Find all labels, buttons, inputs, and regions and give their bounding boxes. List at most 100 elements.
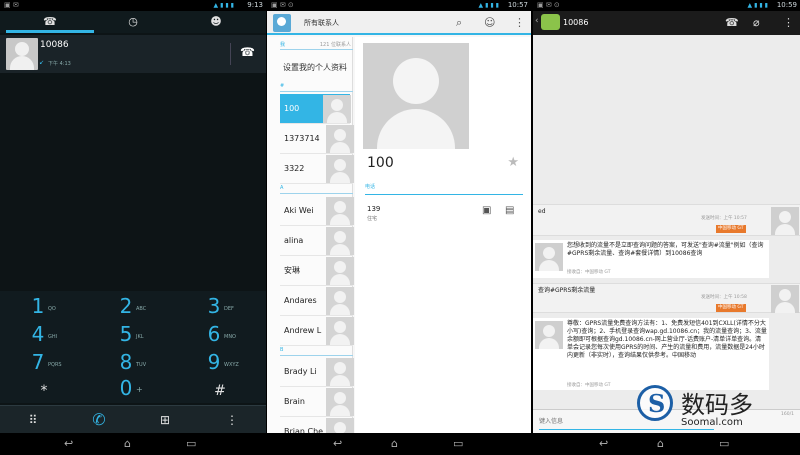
recent-apps-icon[interactable]: ▭ bbox=[453, 437, 463, 450]
call-back-icon[interactable]: ☎ bbox=[240, 45, 255, 59]
contact-name: 100 bbox=[284, 104, 300, 113]
dialpad-key-hash[interactable]: # bbox=[176, 377, 264, 405]
phone-icon[interactable]: ☎ bbox=[725, 16, 739, 29]
section-label: B bbox=[280, 347, 284, 353]
status-left-icons: ▣ ✉ ⊙ bbox=[537, 1, 560, 9]
key-letters: TUV bbox=[136, 362, 147, 368]
home-icon[interactable]: ⌂ bbox=[391, 437, 398, 450]
overflow-menu-icon[interactable]: ⋮ bbox=[198, 406, 266, 434]
home-icon[interactable]: ⌂ bbox=[657, 437, 664, 450]
add-contact-icon[interactable]: ⊞ bbox=[132, 406, 198, 434]
avatar bbox=[535, 243, 563, 271]
attach-icon[interactable]: ⌀ bbox=[753, 16, 760, 29]
avatar bbox=[323, 95, 351, 123]
dialpad-key-star[interactable]: * bbox=[0, 377, 88, 405]
contact-item[interactable]: 安琳 bbox=[280, 256, 354, 286]
dialpad-key-3[interactable]: 3 DEF bbox=[176, 293, 264, 321]
dialpad-toggle-icon[interactable]: ⠿ bbox=[0, 406, 66, 434]
contact-name: 3322 bbox=[284, 164, 305, 173]
contact-item[interactable]: 1373714 bbox=[280, 124, 354, 154]
recent-apps-icon[interactable]: ▭ bbox=[186, 437, 196, 450]
key-letters: DEF bbox=[224, 306, 234, 312]
overflow-menu-icon[interactable]: ⋮ bbox=[514, 16, 525, 29]
back-icon[interactable]: ↩ bbox=[333, 437, 342, 450]
dial-call-button[interactable]: ✆ bbox=[66, 406, 132, 434]
contacts-app-icon[interactable] bbox=[273, 14, 291, 32]
dialpad-key-2[interactable]: 2 ABC bbox=[88, 293, 176, 321]
avatar bbox=[326, 358, 354, 386]
dialer-panel: ▣ ✉ ▲▮▮▮ 9:13 ☎ ◷ ☻ 10086 ↙ 下午 4:13 ☎ 1Q… bbox=[0, 0, 266, 455]
contact-item[interactable]: alina bbox=[280, 226, 354, 256]
back-icon[interactable]: ↩ bbox=[64, 437, 73, 450]
status-left-icons: ▣ ✉ bbox=[4, 1, 19, 9]
key-digit: 0 bbox=[119, 376, 133, 400]
sim-tag: 中国移动 GT bbox=[716, 304, 746, 312]
overflow-menu-icon[interactable]: ⋮ bbox=[783, 16, 794, 29]
star-icon[interactable]: ★ bbox=[507, 155, 519, 170]
message-meta: 发送时间：上午 10:57 bbox=[701, 216, 747, 221]
contact-item[interactable]: 100 bbox=[280, 94, 351, 124]
sim-tag: 中国移动 GT bbox=[716, 225, 746, 233]
add-person-icon[interactable]: ☺ bbox=[484, 16, 495, 29]
avatar bbox=[6, 38, 38, 70]
dialpad: 1 QO 2 ABC 3 DEF 4 GHI 5 JKL 6 MNO 7 PQRS 8 TUV … bbox=[0, 291, 266, 403]
message-received[interactable]: 尊敬：GPRS流量免费查询方法有：1、免费发短信401到CXLL(详情不分大小写… bbox=[533, 318, 769, 390]
message-icon[interactable]: ▤ bbox=[505, 205, 514, 216]
key-digit: 8 bbox=[119, 350, 133, 374]
incoming-call-icon: ↙ bbox=[39, 59, 45, 66]
search-icon[interactable]: ⌕ bbox=[456, 16, 462, 30]
phone-type: 住宅 bbox=[367, 216, 378, 222]
message-sent[interactable]: ed 发送时间：上午 10:57 中国移动 GT bbox=[533, 204, 800, 236]
dialpad-key-1[interactable]: 1 QO bbox=[0, 293, 88, 321]
dialpad-key-0[interactable]: 0 + bbox=[88, 375, 176, 403]
recent-number: 10086 bbox=[40, 40, 69, 50]
message-meta: 发送时间：上午 10:58 bbox=[701, 295, 747, 300]
key-letters: + bbox=[136, 385, 143, 394]
home-icon[interactable]: ⌂ bbox=[124, 437, 131, 450]
video-call-icon[interactable]: ▣ bbox=[482, 205, 491, 216]
dialpad-key-8[interactable]: 8 TUV bbox=[88, 349, 176, 377]
back-icon[interactable]: ↩ bbox=[599, 437, 608, 450]
soomal-logo-icon bbox=[637, 385, 673, 421]
key-letters: JKL bbox=[136, 334, 144, 340]
contact-item[interactable]: Aki Wei bbox=[280, 196, 354, 226]
contacts-panel: ▣ ✉ ⊙ ▲▮▮▮ 10:57 所有联系人 ⌕ ☺ ⋮ 我 121 位联系人 设… bbox=[267, 0, 531, 455]
contact-detail: 100 ★ 电话 139 住宅 ▣ ▤ bbox=[355, 37, 531, 433]
key-digit: 4 bbox=[31, 322, 45, 346]
message-sent[interactable]: 查询#GPRS剩余流量 发送时间：上午 10:58 中国移动 GT bbox=[533, 283, 800, 313]
avatar bbox=[326, 227, 354, 255]
recent-apps-icon[interactable]: ▭ bbox=[719, 437, 729, 450]
messaging-app-icon[interactable] bbox=[541, 14, 560, 30]
signal-icon: ▲▮▮▮ bbox=[478, 2, 501, 9]
contact-item[interactable]: 3322 bbox=[280, 154, 354, 184]
dialpad-key-7[interactable]: 7 PQRS bbox=[0, 349, 88, 377]
tab-phone[interactable]: ☎ bbox=[6, 11, 94, 33]
contact-item[interactable]: Andares bbox=[280, 286, 354, 316]
conversation-title: 10086 bbox=[563, 18, 589, 27]
tab-call-log[interactable]: ◷ bbox=[89, 11, 177, 33]
dialpad-key-5[interactable]: 5 JKL bbox=[88, 321, 176, 349]
contact-name: Andares bbox=[284, 296, 317, 305]
dialpad-key-6[interactable]: 6 MNO bbox=[176, 321, 264, 349]
key-digit: 7 bbox=[31, 350, 45, 374]
back-arrow-icon[interactable]: ‹ bbox=[535, 16, 539, 26]
dialpad-key-4[interactable]: 4 GHI bbox=[0, 321, 88, 349]
dialpad-key-9[interactable]: 9 WXYZ bbox=[176, 349, 264, 377]
phone-number[interactable]: 139 bbox=[367, 205, 380, 213]
page-title[interactable]: 所有联系人 bbox=[304, 18, 339, 28]
contact-item[interactable]: Brady Li bbox=[280, 357, 354, 387]
avatar bbox=[326, 125, 354, 153]
tab-contacts[interactable]: ☻ bbox=[172, 11, 260, 33]
contact-item[interactable]: Andrew L bbox=[280, 316, 354, 346]
contact-photo[interactable] bbox=[363, 43, 469, 149]
recent-call-item[interactable]: 10086 ↙ 下午 4:13 ☎ bbox=[0, 35, 266, 73]
message-received[interactable]: 您想收到的流量不是立即查询问题的答案，可发送"查询#流量"例如（查询#GPRS剩… bbox=[533, 240, 769, 278]
key-letters: ABC bbox=[136, 306, 147, 312]
contact-item[interactable]: Brain bbox=[280, 387, 354, 417]
contact-list: 我 121 位联系人 设置我的个人资料 # 100 1373714 3322 A … bbox=[267, 37, 354, 447]
dialer-action-bar: ⠿ ✆ ⊞ ⋮ bbox=[0, 405, 266, 433]
setup-profile-item[interactable]: 设置我的个人资料 bbox=[283, 62, 347, 73]
status-bar: ▣ ✉ ▲▮▮▮ 9:13 bbox=[0, 0, 266, 11]
panel-divider bbox=[531, 0, 532, 455]
section-header: A bbox=[280, 185, 353, 194]
